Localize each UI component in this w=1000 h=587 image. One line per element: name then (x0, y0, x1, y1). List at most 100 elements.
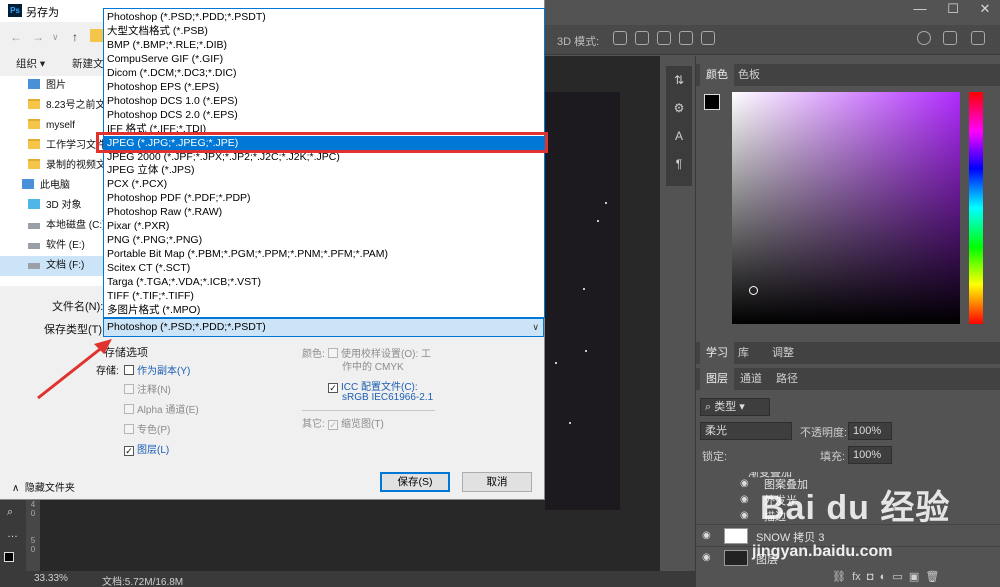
character-icon[interactable]: A (666, 122, 692, 150)
eye-icon[interactable]: ◉ (740, 510, 749, 521)
format-option[interactable]: Photoshop PDF (*.PDF;*.PDP) (104, 191, 544, 205)
tab-adjustments[interactable]: 调整 (766, 342, 800, 364)
3d-pan-icon[interactable] (657, 31, 671, 45)
minimize-icon[interactable]: — (905, 1, 935, 16)
format-option[interactable]: 大型文档格式 (*.PSB) (104, 24, 544, 38)
3d-slide-icon[interactable] (679, 31, 693, 45)
icc-checkbox[interactable]: ✓ ICC 配置文件(C): (328, 378, 418, 393)
new-folder-button[interactable]: 新建文 (72, 56, 104, 71)
tab-layers[interactable]: 图层 (700, 368, 734, 390)
folder-icon (28, 159, 40, 169)
tree-item[interactable]: 工作学习文件 (0, 136, 104, 156)
format-option[interactable]: Photoshop DCS 2.0 (*.EPS) (104, 108, 544, 122)
adjustment-icon[interactable]: ◐ (880, 571, 887, 583)
3d-roll-icon[interactable] (635, 31, 649, 45)
format-option[interactable]: PNG (*.PNG;*.PNG) (104, 233, 544, 247)
format-option[interactable]: CompuServe GIF (*.GIF) (104, 52, 544, 66)
cancel-button[interactable]: 取消 (462, 472, 532, 492)
eye-icon[interactable]: ◉ (702, 552, 711, 563)
folder-icon (28, 119, 40, 129)
tree-item[interactable]: 8.23号之前文 (0, 96, 104, 116)
ps-toolbar: ⌕ … (0, 500, 26, 571)
format-option[interactable]: BMP (*.BMP;*.RLE;*.DIB) (104, 38, 544, 52)
format-option[interactable]: Photoshop (*.PSD;*.PDD;*.PSDT) (104, 10, 544, 24)
tree-item[interactable]: myself (0, 116, 104, 136)
chevron-down-icon[interactable]: ∨ (52, 32, 59, 43)
color-picker-field[interactable] (732, 92, 960, 324)
link-icon[interactable]: ⛓ (832, 571, 846, 583)
group-icon[interactable]: ▭ (892, 571, 902, 583)
thumbnail-checkbox[interactable]: ✓ 缩览图(T) (328, 415, 384, 430)
format-option[interactable]: Scitex CT (*.SCT) (104, 261, 544, 275)
tree-item[interactable]: 图片 (0, 76, 104, 96)
paragraph-icon[interactable]: ¶ (666, 150, 692, 178)
up-icon[interactable]: ↑ (72, 30, 78, 44)
fill-input[interactable]: 100% (848, 446, 892, 464)
tab-paths[interactable]: 路径 (770, 368, 804, 390)
layers-checkbox[interactable]: ✓ 图层(L) (124, 441, 169, 456)
color-picker-cursor[interactable] (749, 286, 758, 295)
format-option[interactable]: Photoshop EPS (*.EPS) (104, 80, 544, 94)
as-copy-checkbox[interactable]: 作为副本(Y) (124, 362, 190, 377)
organize-button[interactable]: 组织 ▾ (16, 56, 45, 71)
maximize-icon[interactable]: ☐ (938, 1, 968, 17)
tab-color[interactable]: 颜色 (700, 64, 734, 86)
tab-swatches[interactable]: 色板 (732, 64, 766, 86)
zoom-tool-icon[interactable]: ⌕ (7, 506, 13, 519)
fx-icon[interactable]: fx (852, 571, 861, 583)
search-icon[interactable] (917, 31, 931, 45)
history-icon[interactable]: ⇅ (666, 66, 692, 94)
3d-scale-icon[interactable] (701, 31, 715, 45)
drive-icon (28, 223, 40, 229)
close-icon[interactable]: ✕ (970, 1, 1000, 17)
zoom-level[interactable]: 33.33% (34, 573, 68, 584)
tree-item-label: 此电脑 (40, 180, 70, 191)
layer-bottom-icons: ⛓ fx ◘ ◐ ▭ ▣ 🗑 (832, 570, 939, 583)
format-option[interactable]: Targa (*.TGA;*.VDA;*.ICB;*.VST) (104, 275, 544, 289)
tab-channels[interactable]: 通道 (734, 368, 768, 390)
back-icon[interactable]: ← (10, 30, 22, 44)
share-icon[interactable] (971, 31, 985, 45)
format-option[interactable]: Pixar (*.PXR) (104, 219, 544, 233)
format-option[interactable]: Portable Bit Map (*.PBM;*.PGM;*.PPM;*.PN… (104, 247, 544, 261)
tree-item[interactable]: 3D 对象 (0, 196, 104, 216)
tree-item[interactable]: 录制的视频文 (0, 156, 104, 176)
layer-thumbnail (724, 550, 748, 566)
hide-folders-toggle[interactable]: ∧ 隐藏文件夹 (12, 479, 75, 494)
tab-learn[interactable]: 学习 (700, 342, 734, 364)
format-option[interactable]: 多图片格式 (*.MPO) (104, 303, 544, 317)
format-option[interactable]: Photoshop Raw (*.RAW) (104, 205, 544, 219)
properties-icon[interactable]: ⚙ (666, 94, 692, 122)
3d-rotate-icon[interactable] (613, 31, 627, 45)
tree-item[interactable]: 文档 (F:) (0, 256, 104, 276)
mask-icon[interactable]: ◘ (867, 571, 874, 583)
tree-item[interactable]: 软件 (E:) (0, 236, 104, 256)
save-button[interactable]: 保存(S) (380, 472, 450, 492)
format-option[interactable]: JPEG 立体 (*.JPS) (104, 163, 544, 177)
format-option[interactable]: TIFF (*.TIF;*.TIFF) (104, 289, 544, 303)
trash-icon[interactable]: 🗑 (925, 571, 939, 583)
forward-icon[interactable]: → (32, 30, 44, 44)
new-layer-icon[interactable]: ▣ (909, 571, 919, 583)
spot-checkbox[interactable]: 专色(P) (124, 421, 170, 436)
eye-icon[interactable]: ◉ (740, 494, 749, 505)
more-tools-icon[interactable]: … (7, 528, 18, 540)
opacity-input[interactable]: 100% (848, 422, 892, 440)
notes-checkbox[interactable]: 注释(N) (124, 381, 171, 396)
format-option[interactable]: Photoshop DCS 1.0 (*.EPS) (104, 94, 544, 108)
blend-mode-select[interactable]: 柔光 (700, 422, 792, 440)
savetype-select[interactable]: Photoshop (*.PSD;*.PDD;*.PSDT) ∨ (103, 318, 544, 337)
format-option[interactable]: Dicom (*.DCM;*.DC3;*.DIC) (104, 66, 544, 80)
format-option[interactable]: PCX (*.PCX) (104, 177, 544, 191)
eye-icon[interactable]: ◉ (740, 478, 749, 489)
hue-slider[interactable] (969, 92, 983, 324)
layer-filter-kind[interactable]: ⌕ 类型 ▾ (700, 398, 770, 416)
tree-item[interactable]: 此电脑 (0, 176, 104, 196)
alpha-checkbox[interactable]: Alpha 通道(E) (124, 401, 199, 416)
eye-icon[interactable]: ◉ (702, 530, 711, 541)
tab-library[interactable]: 库 (732, 342, 755, 364)
foreground-color-icon[interactable] (4, 552, 14, 562)
workspace-icon[interactable] (943, 31, 957, 45)
tree-item[interactable]: 本地磁盘 (C:) (0, 216, 104, 236)
foreground-color-swatch[interactable] (704, 94, 720, 110)
